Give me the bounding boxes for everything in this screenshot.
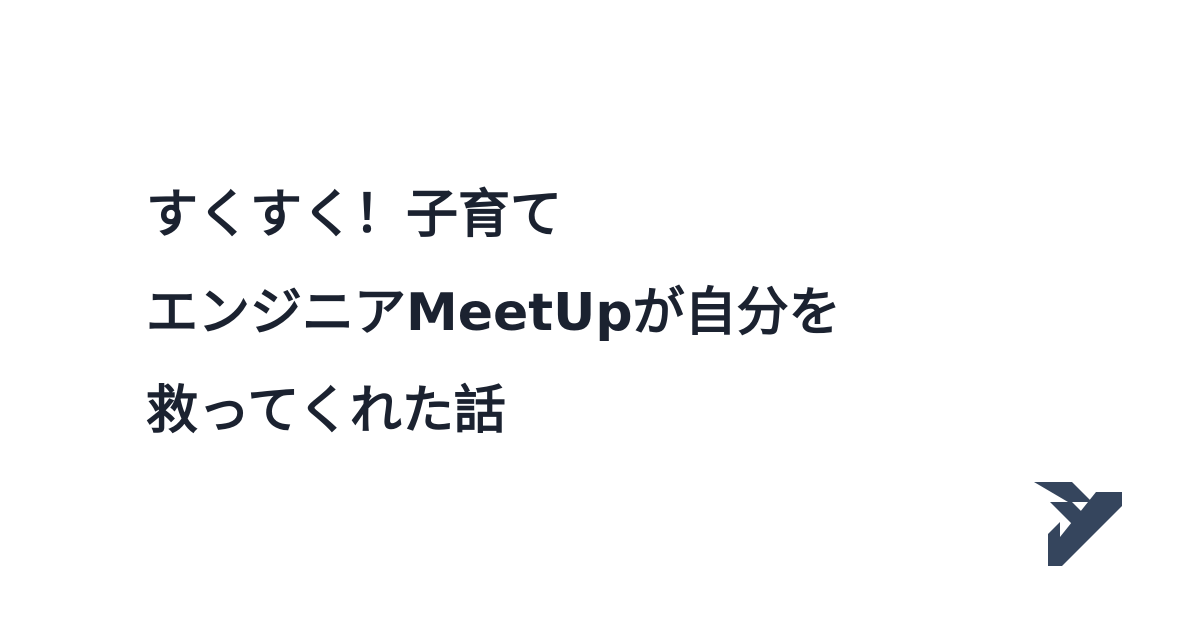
article-title-line-3: 救ってくれた話 xyxy=(146,381,506,441)
article-title: すくすく！子育て エンジニアMeetUpが自分を 救ってくれた話 xyxy=(146,166,1046,460)
article-title-line-1: すくすく！子育て xyxy=(146,185,563,245)
og-card: すくすく！子育て エンジニアMeetUpが自分を 救ってくれた話 xyxy=(0,0,1200,630)
brand-y-logo-icon xyxy=(1034,482,1122,566)
article-title-line-2: エンジニアMeetUpが自分を xyxy=(146,283,841,343)
